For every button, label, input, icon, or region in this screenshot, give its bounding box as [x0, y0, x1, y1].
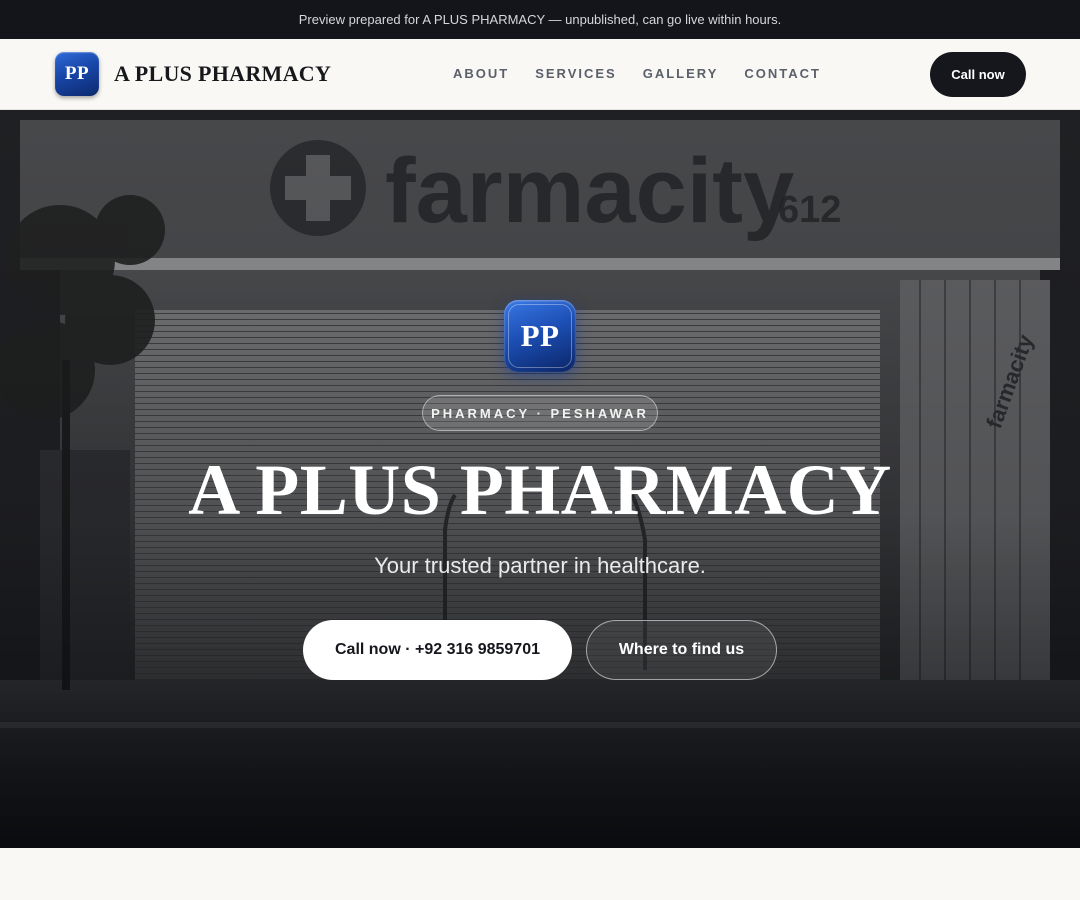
- logo-badge-icon[interactable]: PP: [55, 52, 99, 96]
- hero-logo-badge-icon: PP: [504, 300, 576, 372]
- hero-section: farmacity 612 farmacity: [0, 110, 1080, 848]
- nav-services[interactable]: SERVICES: [535, 66, 617, 81]
- preview-notice-text: Preview prepared for A PLUS PHARMACY — u…: [298, 12, 782, 27]
- site-header: PP A PLUS PHARMACY ABOUT SERVICES GALLER…: [0, 39, 1080, 110]
- main-nav: ABOUT SERVICES GALLERY CONTACT: [453, 66, 821, 81]
- nav-about[interactable]: ABOUT: [453, 66, 509, 81]
- hero-find-us-button[interactable]: Where to find us: [586, 620, 777, 680]
- brand-name[interactable]: A PLUS PHARMACY: [114, 61, 331, 87]
- hero-call-button[interactable]: Call now · +92 316 9859701: [303, 620, 572, 680]
- nav-gallery[interactable]: GALLERY: [643, 66, 719, 81]
- hero-subtitle: Your trusted partner in healthcare.: [374, 553, 706, 578]
- hero-title: A PLUS PHARMACY: [188, 450, 892, 530]
- header-call-button[interactable]: Call now: [930, 52, 1026, 97]
- hero-logo-initials: PP: [520, 318, 560, 353]
- preview-notice-bar: Preview prepared for A PLUS PHARMACY — u…: [0, 0, 1080, 39]
- hero-category-tag: PHARMACY · PESHAWAR: [422, 395, 658, 431]
- nav-contact[interactable]: CONTACT: [744, 66, 821, 81]
- logo-initials: PP: [64, 63, 90, 84]
